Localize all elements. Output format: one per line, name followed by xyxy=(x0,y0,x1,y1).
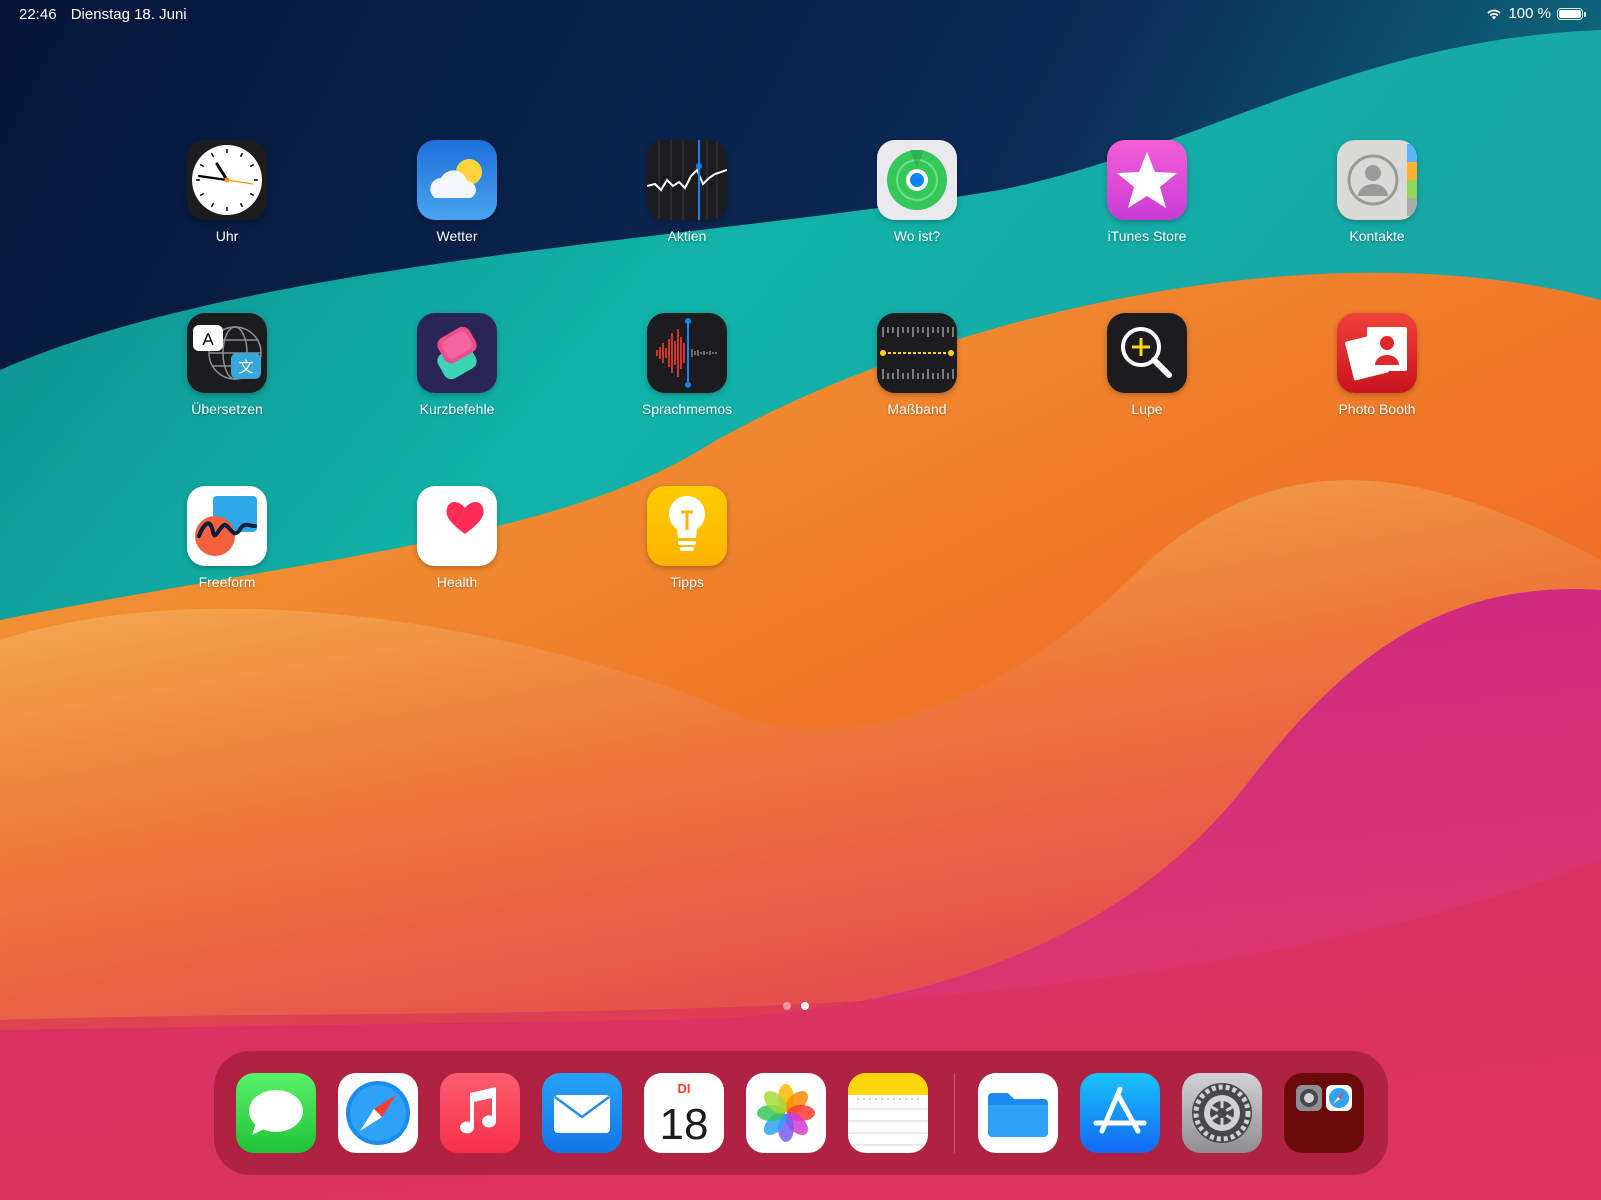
mail-icon xyxy=(542,1073,622,1153)
calendar-day: 18 xyxy=(660,1100,709,1149)
app-label: Freeform xyxy=(198,574,256,590)
notes-icon xyxy=(848,1073,928,1153)
photo-booth-icon xyxy=(1337,313,1417,393)
app-label: iTunes Store xyxy=(1107,228,1187,244)
page-dot-active[interactable] xyxy=(801,1002,809,1010)
app-photo-booth[interactable]: Photo Booth xyxy=(1307,313,1447,417)
clock-icon xyxy=(187,140,267,220)
app-label: Uhr xyxy=(215,228,239,244)
dock-messages[interactable] xyxy=(236,1073,316,1153)
calendar-icon: DI 18 xyxy=(644,1073,724,1153)
app-magnifier[interactable]: Lupe xyxy=(1077,313,1217,417)
messages-icon xyxy=(236,1073,316,1153)
app-label: Aktien xyxy=(667,228,707,244)
app-shortcuts[interactable]: Kurzbefehle xyxy=(387,313,527,417)
wifi-icon xyxy=(1487,9,1502,19)
app-label: Wetter xyxy=(436,228,478,244)
app-label: Tipps xyxy=(670,574,704,590)
itunes-store-icon xyxy=(1107,140,1187,220)
status-date: Dienstag 18. Juni xyxy=(70,6,187,23)
app-clock[interactable]: Uhr xyxy=(157,140,297,244)
app-label: Lupe xyxy=(1131,401,1163,417)
app-label: Maßband xyxy=(887,401,947,417)
app-itunes-store[interactable]: iTunes Store xyxy=(1077,140,1217,244)
page-dot[interactable] xyxy=(783,1002,791,1010)
dock-calendar[interactable]: DI 18 xyxy=(644,1073,724,1153)
stocks-icon xyxy=(647,140,727,220)
tips-icon xyxy=(647,486,727,566)
magnifier-icon xyxy=(1107,313,1187,393)
health-icon xyxy=(417,486,497,566)
weather-icon xyxy=(417,140,497,220)
dock-safari[interactable] xyxy=(338,1073,418,1153)
battery-percentage: 100 % xyxy=(1508,5,1551,22)
status-time: 22:46 xyxy=(19,6,57,23)
dock-photos[interactable] xyxy=(746,1073,826,1153)
app-translate[interactable]: A 文 Übersetzen xyxy=(157,313,297,417)
contacts-icon xyxy=(1337,140,1417,220)
app-label: Sprachmemos xyxy=(641,401,733,417)
dock: DI 18 xyxy=(214,1051,1388,1175)
app-health[interactable]: Health xyxy=(387,486,527,590)
dock-mail[interactable] xyxy=(542,1073,622,1153)
voice-memos-icon xyxy=(647,313,727,393)
safari-icon xyxy=(338,1073,418,1153)
music-icon xyxy=(440,1073,520,1153)
settings-icon xyxy=(1182,1073,1262,1153)
svg-text:A: A xyxy=(202,330,214,349)
dock-app-store[interactable] xyxy=(1080,1073,1160,1153)
measure-icon xyxy=(877,313,957,393)
files-icon xyxy=(978,1073,1058,1153)
status-bar: 22:46 Dienstag 18. Juni 100 % xyxy=(0,0,1601,30)
app-contacts[interactable]: Kontakte xyxy=(1307,140,1447,244)
app-library-folder-icon xyxy=(1284,1073,1364,1153)
app-label: Kontakte xyxy=(1349,228,1405,244)
app-label: Health xyxy=(436,574,478,590)
app-find-my[interactable]: Wo ist? xyxy=(847,140,987,244)
app-weather[interactable]: Wetter xyxy=(387,140,527,244)
svg-text:文: 文 xyxy=(238,358,253,376)
app-measure[interactable]: Maßband xyxy=(847,313,987,417)
app-label: Übersetzen xyxy=(191,401,263,417)
dock-app-library-folder[interactable] xyxy=(1284,1073,1364,1153)
app-label: Photo Booth xyxy=(1338,401,1416,417)
dock-settings[interactable] xyxy=(1182,1073,1262,1153)
app-freeform[interactable]: Freeform xyxy=(157,486,297,590)
dock-music[interactable] xyxy=(440,1073,520,1153)
app-label: Kurzbefehle xyxy=(419,401,495,417)
translate-icon: A 文 xyxy=(187,313,267,393)
photos-icon xyxy=(746,1073,826,1153)
app-voice-memos[interactable]: Sprachmemos xyxy=(617,313,757,417)
freeform-icon xyxy=(187,486,267,566)
find-my-icon xyxy=(877,140,957,220)
app-tips[interactable]: Tipps xyxy=(617,486,757,590)
dock-notes[interactable] xyxy=(848,1073,928,1153)
app-store-icon xyxy=(1080,1073,1160,1153)
dock-separator xyxy=(954,1073,955,1153)
page-indicator[interactable] xyxy=(783,1002,809,1010)
calendar-weekday: DI xyxy=(678,1081,691,1096)
shortcuts-icon xyxy=(417,313,497,393)
app-stocks[interactable]: Aktien xyxy=(617,140,757,244)
app-label: Wo ist? xyxy=(893,228,941,244)
dock-files[interactable] xyxy=(978,1073,1058,1153)
battery-icon xyxy=(1557,7,1586,20)
